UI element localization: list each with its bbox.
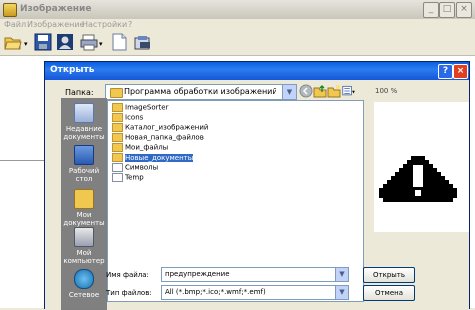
svg-text:▾: ▾ [352,89,355,95]
dialog-title: Открыть [50,65,95,75]
print-dropdown-arrow[interactable]: ▾ [99,40,103,48]
place-my-computer[interactable]: Мой компьютер [62,227,106,265]
main-title-bar: Изображение _ □ × [0,0,475,20]
list-item[interactable]: Icons [112,113,143,122]
photo-icon[interactable] [56,33,74,51]
place-network[interactable]: Сетевое [62,269,106,299]
folder-icon [112,103,123,112]
up-folder-icon[interactable] [313,84,327,98]
list-item[interactable]: Новая_папка_файлов [112,133,204,142]
folder-icon [112,113,123,122]
app-icon [3,3,17,17]
folder-icon [110,88,123,98]
filetype-value: All (*.bmp;*.ico;*.wmf;*.emf) [165,288,266,296]
filename-label: Имя файла: [106,271,149,279]
folder-icon [112,123,123,132]
folder-icon [112,133,123,142]
maximize-button[interactable]: □ [439,2,455,18]
open-folder-icon[interactable] [4,33,22,51]
new-folder-icon[interactable] [327,84,341,98]
folder-icon [112,143,123,152]
recent-documents-icon [74,103,94,123]
dialog-close-button[interactable]: × [453,64,468,79]
menu-file[interactable]: Файл [4,20,26,29]
file-icon [112,173,123,182]
list-item[interactable]: Мои_файлы [112,143,168,152]
place-recent[interactable]: Недавние документы [62,103,106,141]
list-item[interactable]: Каталог_изображений [112,123,208,132]
my-documents-icon [74,189,94,209]
chevron-down-icon[interactable]: ▼ [335,268,348,281]
menu-image[interactable]: Изображение [27,20,85,29]
warning-icon [379,156,457,202]
folder-icon [112,153,123,162]
place-label: Недавние документы [63,125,105,141]
lookin-value: Программа обработки изображений [124,87,276,96]
image-preview [374,102,469,232]
back-icon[interactable] [299,84,313,98]
scan-icon[interactable] [134,33,152,51]
menu-help[interactable]: ? [128,20,132,29]
places-bar: Недавние документы Рабочий стол Мои доку… [61,98,107,310]
list-item[interactable]: ImageSorter [112,103,168,112]
filename-value: предупреждение [165,270,230,278]
my-computer-icon [74,227,94,247]
open-dropdown-arrow[interactable]: ▾ [24,40,28,48]
chevron-down-icon[interactable]: ▼ [282,85,296,99]
cancel-button[interactable]: Отмена [363,285,415,301]
place-label: Мои документы [63,211,105,227]
document-icon[interactable] [110,33,128,51]
lookin-combo[interactable]: Программа обработки изображений ▼ [105,84,297,100]
open-button[interactable]: Открыть [363,267,415,283]
place-label: Сетевое [68,291,100,299]
place-my-documents[interactable]: Мои документы [62,189,106,227]
minimize-button[interactable]: _ [423,2,439,18]
filename-input[interactable]: предупреждение ▼ [161,267,349,282]
network-icon [74,269,94,289]
window-title: Изображение [20,4,92,14]
desktop-icon [74,145,94,165]
view-menu-icon[interactable]: ▾ [342,84,356,98]
close-button[interactable]: × [456,2,472,18]
preview-zoom-label: 100 % [375,87,398,95]
filetype-label: Тип файлов: [106,289,152,297]
filetype-select[interactable]: All (*.bmp;*.ico;*.wmf;*.emf) ▼ [161,285,349,300]
menu-settings[interactable]: Настройки [82,20,127,29]
lookin-label: Папка: [65,88,94,97]
file-icon [112,163,123,172]
dialog-title-bar: Открыть ? × [45,62,469,80]
help-button[interactable]: ? [438,64,453,79]
place-label: Мой компьютер [63,249,105,265]
menu-bar: Файл Изображение Настройки ? [0,19,475,31]
list-item[interactable]: Символы [112,163,158,172]
chevron-down-icon[interactable]: ▼ [335,286,348,299]
print-icon[interactable] [80,33,98,51]
place-label: Рабочий стол [68,167,100,183]
toolbar: ▾ ▾ [0,31,475,56]
list-item-selected[interactable]: Новые_документы [112,153,194,162]
list-item[interactable]: Temp [112,173,144,182]
open-dialog: Открыть ? × Папка: Программа обработки и… [44,61,470,310]
place-desktop[interactable]: Рабочий стол [62,145,106,183]
save-icon[interactable] [34,33,52,51]
